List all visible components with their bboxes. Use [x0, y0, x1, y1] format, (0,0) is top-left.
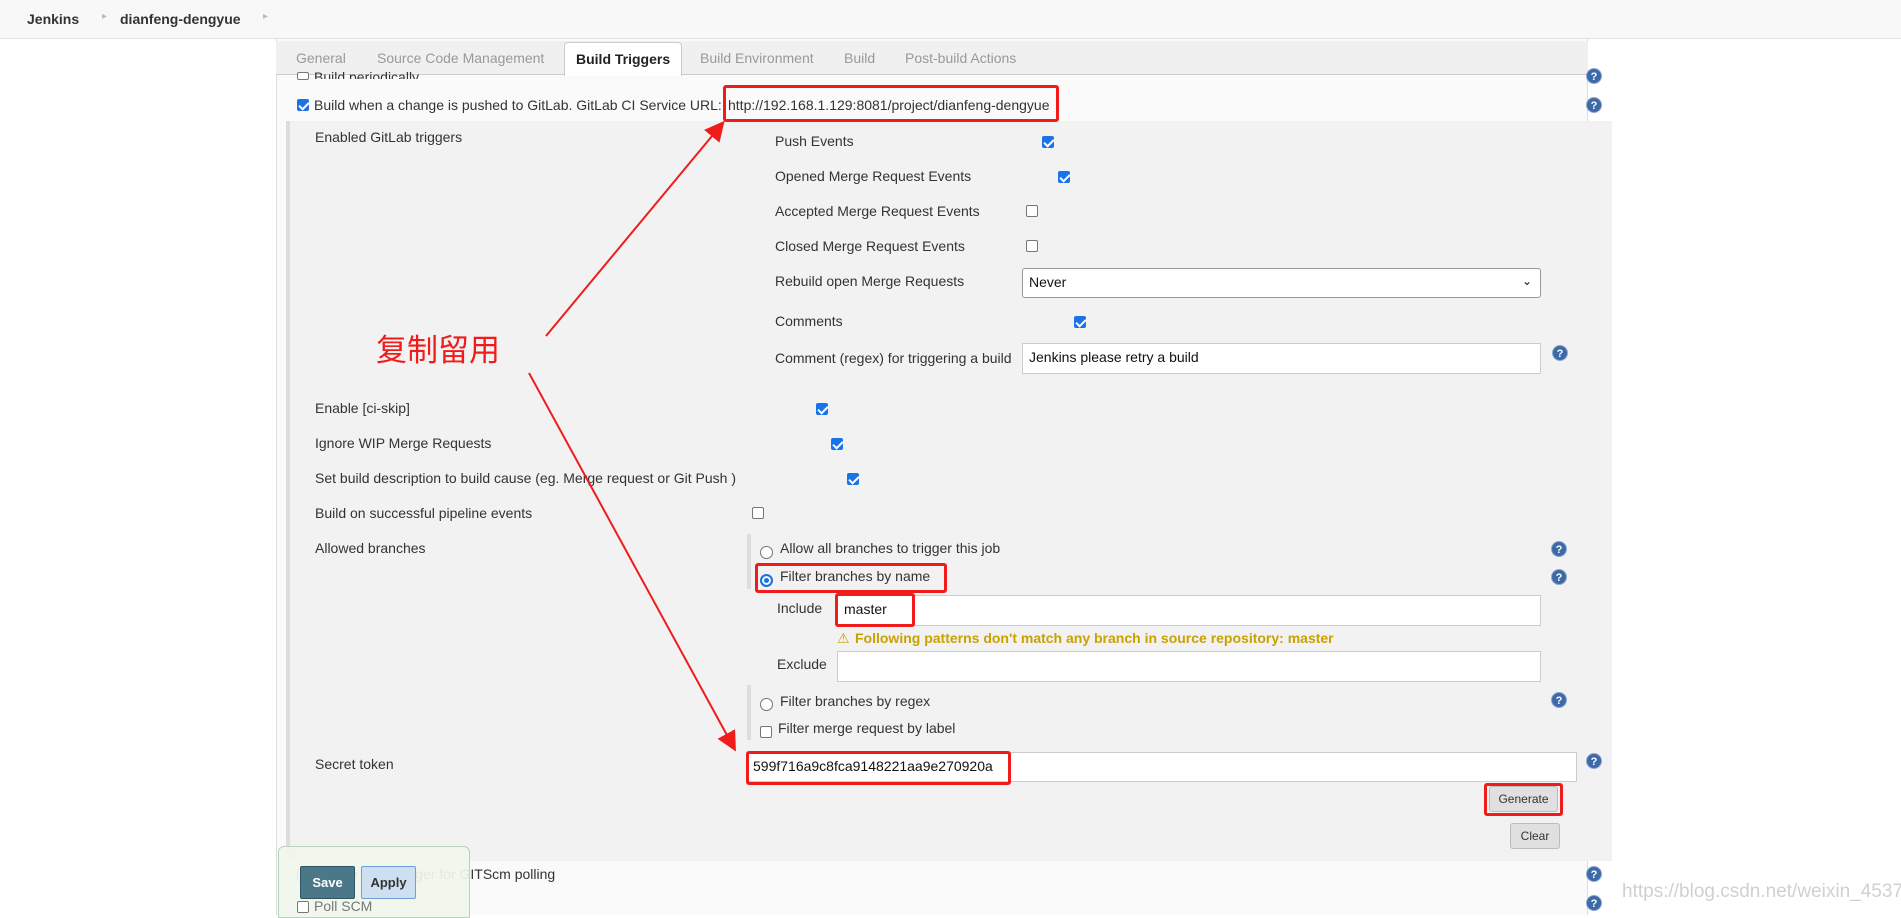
closed-mr-label: Closed Merge Request Events	[775, 238, 965, 254]
tab-build-environment[interactable]: Build Environment	[700, 50, 814, 66]
tab-source-code-management[interactable]: Source Code Management	[377, 50, 544, 66]
help-icon[interactable]: ?	[1551, 541, 1567, 557]
chevron-down-icon: ⌄	[1521, 274, 1532, 288]
pipeline-events-checkbox[interactable]	[752, 507, 764, 519]
allow-all-radio[interactable]	[760, 546, 773, 559]
secret-token-label: Secret token	[315, 756, 394, 772]
breadcrumb-jenkins[interactable]: Jenkins	[27, 11, 79, 27]
watermark: https://blog.csdn.net/weixin_45373345	[1622, 881, 1901, 902]
highlight-box	[723, 85, 1059, 122]
accepted-mr-checkbox[interactable]	[1026, 205, 1038, 217]
pollscm-label: Poll SCM	[314, 898, 373, 914]
highlight-box	[835, 593, 915, 627]
ci-skip-checkbox[interactable]	[815, 403, 828, 415]
save-button[interactable]: Save	[300, 866, 355, 899]
enabled-triggers-label: Enabled GitLab triggers	[315, 129, 463, 145]
highlight-box	[1484, 783, 1563, 816]
comment-regex-input[interactable]: Jenkins please retry a build	[1022, 343, 1541, 374]
gitlab-trigger-checkbox[interactable]	[297, 99, 309, 111]
tab-post-build-actions[interactable]: Post-build Actions	[905, 50, 1016, 66]
radio-group-divider	[747, 534, 751, 589]
breadcrumb-separator-icon: ▸	[102, 11, 108, 22]
help-icon[interactable]: ?	[1586, 753, 1602, 769]
radio-group-divider	[747, 685, 751, 740]
breadcrumb-job[interactable]: dianfeng-dengyue	[120, 11, 241, 27]
closed-mr-checkbox[interactable]	[1026, 240, 1038, 252]
comments-label: Comments	[775, 313, 843, 329]
exclude-label: Exclude	[777, 656, 827, 672]
comment-regex-label: Comment (regex) for triggering a build	[775, 350, 1012, 366]
push-events-checkbox[interactable]	[1041, 136, 1054, 148]
clear-button[interactable]: Clear	[1510, 823, 1560, 849]
tab-bar: General Source Code Management Build Tri…	[276, 41, 1588, 76]
annotation-text: 复制留用	[376, 333, 500, 369]
filter-by-label-checkbox[interactable]	[760, 726, 772, 738]
build-description-checkbox[interactable]	[847, 473, 860, 485]
gitlab-trigger-section	[286, 121, 1612, 861]
include-label: Include	[777, 600, 823, 616]
filter-by-regex-radio[interactable]	[760, 698, 773, 711]
include-input[interactable]: master	[837, 595, 1541, 626]
comments-checkbox[interactable]	[1073, 316, 1086, 328]
push-events-label: Push Events	[775, 133, 854, 149]
help-icon[interactable]: ?	[1586, 866, 1602, 882]
filter-by-regex-label: Filter branches by regex	[780, 693, 931, 709]
highlight-box	[746, 751, 1011, 785]
opened-mr-label: Opened Merge Request Events	[775, 168, 972, 184]
allow-all-label: Allow all branches to trigger this job	[780, 540, 1001, 556]
branch-warning: Following patterns don't match any branc…	[855, 630, 1334, 646]
help-icon[interactable]: ?	[1552, 345, 1568, 361]
top-bar	[0, 0, 1901, 39]
ignore-wip-label: Ignore WIP Merge Requests	[315, 435, 492, 451]
highlight-box	[755, 563, 947, 593]
help-icon[interactable]: ?	[1586, 68, 1602, 84]
pollscm-checkbox[interactable]	[297, 901, 309, 913]
help-icon[interactable]: ?	[1586, 895, 1602, 911]
accepted-mr-label: Accepted Merge Request Events	[775, 203, 980, 219]
exclude-input[interactable]	[837, 651, 1541, 682]
build-periodically-checkbox[interactable]	[297, 72, 309, 80]
help-icon[interactable]: ?	[1551, 692, 1567, 708]
help-icon[interactable]: ?	[1586, 97, 1602, 113]
tab-build[interactable]: Build	[844, 50, 875, 66]
rebuild-label: Rebuild open Merge Requests	[775, 273, 965, 289]
ignore-wip-checkbox[interactable]	[831, 438, 844, 450]
pipeline-events-label: Build on successful pipeline events	[315, 505, 533, 521]
rebuild-select[interactable]: Never ⌄	[1022, 268, 1541, 298]
tab-general[interactable]: General	[296, 50, 346, 66]
filter-by-label-label: Filter merge request by label	[778, 720, 956, 736]
build-description-label: Set build description to build cause (eg…	[315, 470, 736, 486]
tab-build-triggers[interactable]: Build Triggers	[564, 42, 683, 76]
ci-skip-label: Enable [ci-skip]	[315, 400, 410, 416]
allowed-branches-label: Allowed branches	[315, 540, 426, 556]
build-periodically-label: Build periodically	[314, 69, 420, 79]
help-icon[interactable]: ?	[1551, 569, 1567, 585]
gitlab-trigger-label: Build when a change is pushed to GitLab.…	[314, 97, 722, 113]
warning-icon: ⚠	[837, 630, 850, 646]
opened-mr-checkbox[interactable]	[1057, 171, 1070, 183]
breadcrumb-dropdown-icon[interactable]: ▸	[263, 11, 268, 22]
rebuild-select-value: Never	[1029, 274, 1067, 290]
apply-button[interactable]: Apply	[361, 866, 416, 899]
